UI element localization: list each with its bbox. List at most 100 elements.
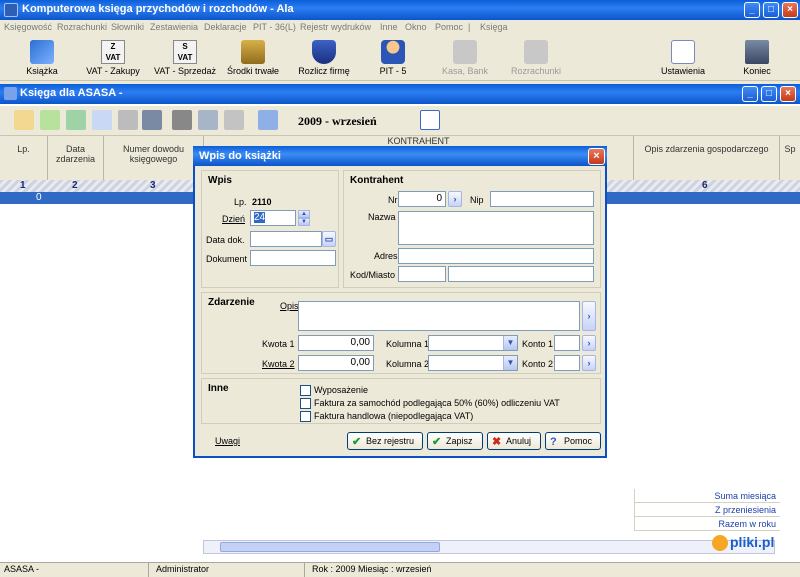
menu-inne[interactable]: Inne bbox=[380, 22, 398, 32]
kontrahent-group: Kontrahent Nr 0 › Nip Nazwa Adres Kod/Mi… bbox=[343, 170, 601, 288]
menu-zestawienia[interactable]: Zestawienia bbox=[150, 22, 198, 32]
konto1-input[interactable] bbox=[554, 335, 580, 351]
kolumna2-select[interactable]: ▼ bbox=[428, 355, 518, 371]
calendar-icon[interactable] bbox=[258, 110, 278, 130]
samochod-label: Faktura za samochód podlegająca 50% (60%… bbox=[314, 398, 560, 408]
anuluj-label: Anuluj bbox=[506, 436, 532, 446]
calendar-picker-icon[interactable]: ▭ bbox=[322, 231, 336, 247]
toolbar-koniec[interactable]: Koniec bbox=[736, 36, 778, 80]
document-icon[interactable] bbox=[92, 110, 112, 130]
menu-pit36[interactable]: PIT - 36(L) bbox=[253, 22, 296, 32]
exit-door-icon[interactable] bbox=[142, 110, 162, 130]
dokument-input[interactable] bbox=[250, 250, 336, 266]
kwota1-input[interactable]: 0,00 bbox=[298, 335, 374, 351]
menu-slowniki[interactable]: Słowniki bbox=[111, 22, 144, 32]
col-number-6: 6 bbox=[702, 180, 708, 191]
adres-input[interactable] bbox=[398, 248, 594, 264]
menu-okno[interactable]: Okno bbox=[405, 22, 427, 32]
minimize-button[interactable]: _ bbox=[744, 2, 760, 18]
open-icon[interactable] bbox=[14, 110, 34, 130]
uwagi-link[interactable]: Uwagi bbox=[215, 436, 240, 446]
close-button[interactable]: × bbox=[782, 2, 798, 18]
inne-heading: Inne bbox=[208, 383, 229, 394]
print-icon[interactable] bbox=[118, 110, 138, 130]
wyposazenie-label: Wyposażenie bbox=[314, 385, 368, 395]
nr-input[interactable]: 0 bbox=[398, 191, 446, 207]
bez-rejestru-label: Bez rejestru bbox=[366, 436, 415, 446]
data-dok-input[interactable] bbox=[250, 231, 322, 247]
status-separator bbox=[304, 563, 305, 577]
period-label: 2009 - wrzesień bbox=[298, 114, 377, 128]
dzien-spinner[interactable]: ▲ ▼ bbox=[298, 210, 310, 226]
toolbar-srodki-trwale[interactable]: Środki trwałe bbox=[224, 36, 282, 80]
menu-rejestr[interactable]: Rejestr wydruków bbox=[300, 22, 371, 32]
filter-edit-icon[interactable] bbox=[198, 110, 218, 130]
toolbar-rozrachunki[interactable]: Rozrachunki bbox=[506, 36, 566, 80]
help-icon: ? bbox=[550, 436, 557, 448]
nazwa-input[interactable] bbox=[398, 211, 594, 245]
chevron-down-icon[interactable]: ▼ bbox=[503, 336, 517, 350]
ledger-title: Księga dla ASASA - bbox=[20, 87, 123, 99]
menu-separator: | bbox=[468, 22, 471, 32]
filter-icon[interactable] bbox=[224, 110, 244, 130]
toolbar-ksiazka-label: Książka bbox=[26, 66, 58, 76]
toolbar-pit5[interactable]: PIT - 5 bbox=[370, 36, 416, 80]
toolbar-ksiazka[interactable]: Książka bbox=[14, 36, 70, 80]
ledger-toolbar: 2009 - wrzesień bbox=[0, 106, 800, 136]
kolumna1-select[interactable]: ▼ bbox=[428, 335, 518, 351]
nip-input[interactable] bbox=[490, 191, 594, 207]
edit-icon[interactable] bbox=[66, 110, 86, 130]
horizontal-scrollbar[interactable] bbox=[203, 540, 775, 554]
dzien-input[interactable]: 24 bbox=[250, 210, 296, 226]
maximize-button[interactable]: □ bbox=[763, 2, 779, 18]
zapisz-button[interactable]: ✔ Zapisz bbox=[427, 432, 483, 450]
konto2-lookup-button[interactable]: › bbox=[582, 355, 596, 371]
spin-down-icon[interactable]: ▼ bbox=[298, 218, 310, 226]
chevron-down-icon[interactable]: ▼ bbox=[503, 356, 517, 370]
opis-input[interactable] bbox=[298, 301, 580, 331]
miasto-input[interactable] bbox=[448, 266, 594, 282]
wyposazenie-checkbox[interactable] bbox=[300, 385, 311, 396]
window-icon[interactable] bbox=[420, 110, 440, 130]
kwota2-input[interactable]: 0,00 bbox=[298, 355, 374, 371]
opis-lookup-button[interactable]: › bbox=[582, 301, 596, 331]
ledger-maximize-button[interactable]: □ bbox=[761, 86, 777, 102]
toolbar-kasa-bank[interactable]: Kasa, Bank bbox=[440, 36, 490, 80]
menu-pomoc[interactable]: Pomoc bbox=[435, 22, 463, 32]
menu-ksiegowosc[interactable]: Księgowość bbox=[4, 22, 52, 32]
samochod-checkbox[interactable] bbox=[300, 398, 311, 409]
zapisz-label: Zapisz bbox=[446, 436, 473, 446]
handlowa-checkbox[interactable] bbox=[300, 411, 311, 422]
menu-ksiega[interactable]: Księga bbox=[480, 22, 508, 32]
menu-deklaracje[interactable]: Deklaracje bbox=[204, 22, 247, 32]
kod-input[interactable] bbox=[398, 266, 446, 282]
spin-up-icon[interactable]: ▲ bbox=[298, 210, 310, 218]
toolbar-ustawienia[interactable]: Ustawienia bbox=[654, 36, 712, 80]
dialog-close-button[interactable]: × bbox=[588, 148, 605, 165]
handshake-icon bbox=[524, 40, 548, 64]
kolumna1-label: Kolumna 1 bbox=[386, 339, 430, 349]
status-user: Administrator bbox=[156, 564, 210, 574]
nr-lookup-button[interactable]: › bbox=[448, 191, 462, 207]
ledger-minimize-button[interactable]: _ bbox=[742, 86, 758, 102]
watermark-text: pliki.pl bbox=[730, 534, 775, 550]
menu-rozrachunki[interactable]: Rozrachunki bbox=[57, 22, 107, 32]
toolbar-ustawienia-label: Ustawienia bbox=[660, 66, 706, 76]
settings-icon bbox=[671, 40, 695, 64]
ledger-close-button[interactable]: × bbox=[780, 86, 796, 102]
calculator-icon bbox=[453, 40, 477, 64]
konto2-input[interactable] bbox=[554, 355, 580, 371]
binoculars-icon[interactable] bbox=[172, 110, 192, 130]
nip-label: Nip bbox=[470, 195, 484, 205]
konto1-lookup-button[interactable]: › bbox=[582, 335, 596, 351]
data-dok-label: Data dok. bbox=[206, 235, 245, 245]
add-icon[interactable] bbox=[40, 110, 60, 130]
toolbar-vat-sprzedaz[interactable]: S VAT VAT - Sprzedaż bbox=[150, 36, 220, 80]
pomoc-button[interactable]: ? Pomoc bbox=[545, 432, 601, 450]
bez-rejestru-button[interactable]: ✔ Bez rejestru bbox=[347, 432, 423, 450]
toolbar-vat-zakupy[interactable]: Z VAT VAT - Zakupy bbox=[80, 36, 146, 80]
scrollbar-thumb[interactable] bbox=[220, 542, 440, 552]
toolbar-pit5-label: PIT - 5 bbox=[379, 66, 407, 76]
toolbar-rozlicz-firme[interactable]: Rozlicz firmę bbox=[294, 36, 354, 80]
anuluj-button[interactable]: ✖ Anuluj bbox=[487, 432, 541, 450]
